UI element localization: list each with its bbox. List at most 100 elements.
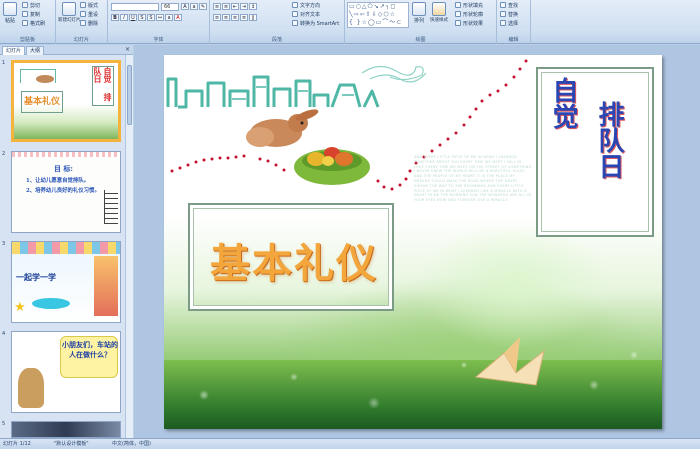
effects-icon — [455, 20, 461, 26]
bold-icon[interactable]: B — [111, 14, 119, 21]
decorative-english-text: AND EVERY LITTLE PIECE OF ME IN WHAT I L… — [414, 155, 532, 203]
delete-slide-button[interactable]: 删除 — [80, 19, 98, 27]
columns-icon[interactable]: ∥ — [249, 14, 257, 21]
quick-styles-button[interactable]: 快速样式 — [430, 2, 448, 23]
shape-outline-button[interactable]: 形状轮廓 — [455, 10, 483, 18]
thumb-rabbit — [36, 75, 54, 83]
scroll-thumb[interactable] — [127, 65, 132, 125]
smartart-icon — [292, 20, 298, 26]
thumb-line-1: 1、让幼儿愿意自觉排队。 — [26, 178, 90, 184]
copy-button[interactable]: 复制 — [22, 10, 40, 18]
reset-icon — [80, 11, 86, 17]
align-left-icon[interactable]: ≡ — [213, 14, 221, 21]
thumb-heading: 目 标: — [54, 164, 74, 173]
clipboard-group-label: 剪贴板 — [19, 37, 35, 43]
shape-fill-button[interactable]: 形状填充 — [455, 1, 483, 9]
bullets-icon[interactable]: ≡ — [213, 3, 221, 10]
tab-outline[interactable]: 大纲 — [26, 46, 45, 55]
theme-name: "默认设计模板" — [54, 441, 89, 447]
align-text-button[interactable]: 对齐文本 — [292, 10, 320, 18]
slide-number: 5 — [2, 421, 6, 427]
numbering-icon[interactable]: ≡ — [222, 3, 230, 10]
shape-effects-button[interactable]: 形状效果 — [455, 19, 483, 27]
thumb-confetti — [12, 152, 120, 157]
thumb-cloud — [32, 298, 70, 309]
ribbon: 粘贴 剪切 复制 格式刷 剪贴板 新建幻灯片 版式 重设 删除 幻灯片 66 A… — [0, 0, 700, 44]
align-right-icon[interactable]: ≡ — [231, 14, 239, 21]
panel-scrollbar[interactable] — [125, 55, 133, 438]
font-size-combo[interactable]: 66 — [161, 3, 179, 11]
thumb-detective — [18, 368, 44, 408]
clear-format-icon[interactable]: ✎ — [199, 3, 207, 10]
shapes-gallery[interactable]: ▭○△⬠↘↗┐◻ ╲⇨⇦⇧⇩◇⬡☆{ }☆◯▭⌒～⊂ — [347, 2, 409, 28]
thumbnail-frame: 基本礼仪 自觉 排队日 — [11, 60, 121, 142]
egg-nest-image — [294, 147, 370, 185]
paragraph-group-label: 段落 — [271, 37, 282, 43]
vertical-text-2[interactable]: 排队日 — [594, 101, 624, 179]
slides-group: 新建幻灯片 版式 重设 删除 幻灯片 — [56, 0, 108, 44]
italic-icon[interactable]: I — [120, 14, 128, 21]
close-panel-icon[interactable]: × — [125, 46, 130, 53]
slide-title[interactable]: 基本礼仪 — [204, 231, 384, 289]
thumbnail-frame — [11, 421, 121, 438]
new-slide-button[interactable]: 新建幻灯片 — [58, 2, 81, 23]
font-group: 66 A a ✎ B I U S S ↔ a A 字体 — [108, 0, 210, 44]
align-center-icon[interactable]: ≡ — [222, 14, 230, 21]
editing-group-label: 编辑 — [508, 37, 519, 43]
status-bar: 幻灯片 1/12 "默认设计模板" 中文(简体，中国) — [0, 438, 700, 449]
thumb-line-2: 2、培养幼儿良好的礼仪习惯。 — [26, 188, 100, 194]
increase-indent-icon[interactable]: ⇥ — [240, 3, 248, 10]
slide-number: 3 — [2, 241, 6, 247]
justify-icon[interactable]: ≡ — [240, 14, 248, 21]
clipboard-group: 粘贴 剪切 复制 格式刷 剪贴板 — [0, 0, 56, 44]
underline-icon[interactable]: U — [129, 14, 137, 21]
thumb-side-text: 自觉 排队日 — [92, 66, 114, 106]
change-case-icon[interactable]: a — [165, 14, 173, 21]
font-color-icon[interactable]: A — [174, 14, 182, 21]
replace-button[interactable]: 替换 — [500, 10, 518, 18]
thumb-ladder — [104, 190, 118, 224]
text-direction-button[interactable]: 文字方向 — [292, 1, 320, 9]
layout-button[interactable]: 版式 — [80, 1, 98, 9]
select-icon — [500, 20, 506, 26]
copy-icon — [22, 11, 28, 17]
scissors-icon — [22, 2, 28, 8]
strikethrough-icon[interactable]: S — [138, 14, 146, 21]
text-direction-icon — [292, 2, 298, 8]
thumbnail-frame: 目 标: 1、让幼儿愿意自觉排队。 2、培养幼儿良好的礼仪习惯。 — [11, 151, 121, 233]
vertical-text-1[interactable]: 自觉 — [548, 77, 578, 129]
panel-tabs: 幻灯片 大纲 × — [0, 45, 133, 55]
editing-group: 查找 替换 选择 编辑 — [497, 0, 531, 44]
slide-number: 4 — [2, 331, 6, 337]
cut-button[interactable]: 剪切 — [22, 1, 40, 9]
align-text-icon — [292, 11, 298, 17]
arrange-button[interactable]: 排列 — [412, 2, 426, 24]
tab-slides[interactable]: 幻灯片 — [2, 46, 26, 55]
grow-font-icon[interactable]: A — [181, 3, 189, 10]
decrease-indent-icon[interactable]: ⇤ — [231, 3, 239, 10]
slides-panel: 幻灯片 大纲 × 1 基本礼仪 自觉 排队日 2 目 标: 1、让幼儿愿意自觉排… — [0, 45, 133, 438]
shrink-font-icon[interactable]: a — [190, 3, 198, 10]
format-painter-button[interactable]: 格式刷 — [22, 19, 45, 27]
drawing-group: ▭○△⬠↘↗┐◻ ╲⇨⇦⇧⇩◇⬡☆{ }☆◯▭⌒～⊂ 排列 快速样式 形状填充 形… — [345, 0, 497, 44]
slide-canvas[interactable]: AND EVERY LITTLE PIECE OF ME IN WHAT I L… — [164, 55, 662, 429]
layout-icon — [80, 2, 86, 8]
paste-button[interactable]: 粘贴 — [3, 2, 17, 24]
slide-counter: 幻灯片 1/12 — [3, 441, 31, 447]
language-status: 中文(简体，中国) — [112, 441, 151, 447]
font-group-label: 字体 — [153, 37, 164, 43]
line-spacing-icon[interactable]: ↕ — [249, 3, 257, 10]
binoculars-icon — [500, 2, 506, 8]
slide-number: 1 — [2, 60, 6, 66]
smartart-button[interactable]: 转换为 SmartArt — [292, 19, 339, 27]
reset-button[interactable]: 重设 — [80, 10, 98, 18]
slide-editing-area: AND EVERY LITTLE PIECE OF ME IN WHAT I L… — [134, 45, 700, 438]
select-button[interactable]: 选择 — [500, 19, 518, 27]
replace-icon — [500, 11, 506, 17]
shadow-icon[interactable]: S — [147, 14, 155, 21]
spacing-icon[interactable]: ↔ — [156, 14, 164, 21]
font-name-combo[interactable] — [111, 3, 159, 11]
rabbit-image — [246, 109, 319, 147]
find-button[interactable]: 查找 — [500, 1, 518, 9]
slide-number: 2 — [2, 151, 6, 157]
